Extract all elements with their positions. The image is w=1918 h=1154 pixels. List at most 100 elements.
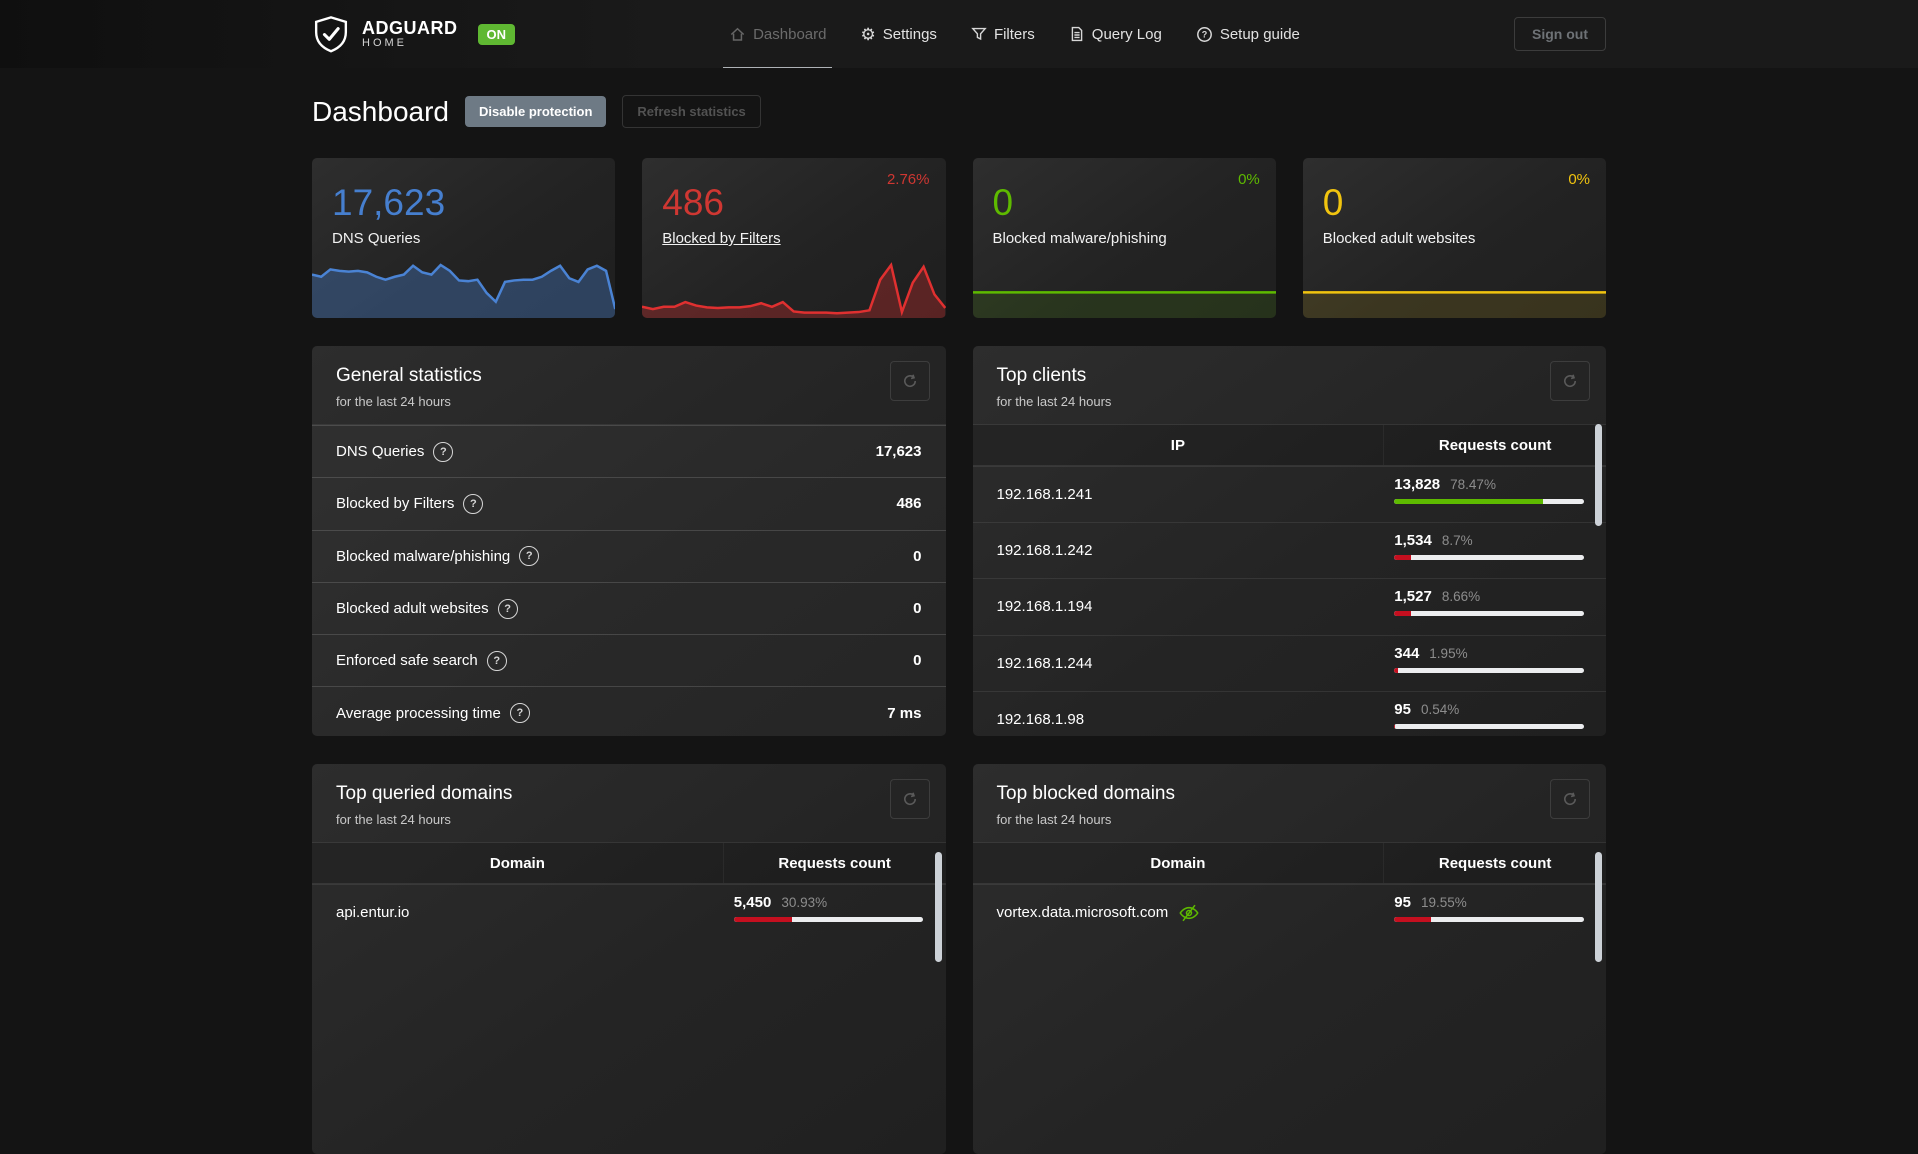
panel-subtitle: for the last 24 hours: [336, 394, 451, 409]
requests-percent: 8.7%: [1441, 533, 1473, 549]
blocked-malware-sparkline: [972, 254, 1276, 318]
requests-bar: [1394, 723, 1584, 729]
requests-bar: [1394, 499, 1584, 504]
stat-row: Blocked malware/phishing? 0: [312, 529, 946, 582]
panel-title: Top blocked domains: [996, 783, 1176, 804]
refresh-icon: [903, 374, 916, 388]
panels-row-2: Top queried domains for the last 24 hour…: [312, 764, 1606, 1154]
refresh-icon: [1564, 792, 1577, 806]
refresh-panel-button[interactable]: [1550, 361, 1590, 401]
help-icon[interactable]: ?: [519, 546, 540, 567]
nav-item-setup-guide[interactable]: ? Setup guide: [1196, 0, 1300, 68]
scrollbar-thumb[interactable]: [1595, 424, 1602, 526]
stat-label: Enforced safe search: [336, 652, 478, 670]
nav-label: Settings: [882, 25, 937, 43]
requests-count: 1,527: [1394, 588, 1432, 606]
panel-subtitle: for the last 24 hours: [336, 812, 451, 827]
stat-value: 17,623: [875, 443, 922, 461]
stat-row: Average processing time? 7 ms: [312, 686, 946, 736]
eye-off-icon[interactable]: [1178, 902, 1200, 924]
scrollbar-thumb[interactable]: [1595, 852, 1602, 962]
nav-label: Dashboard: [753, 25, 827, 43]
top-clients-panel: Top clients for the last 24 hours IP Req…: [972, 346, 1606, 736]
blocked-filters-percent: 2.76%: [886, 171, 930, 188]
column-header-domain: Domain: [973, 843, 1385, 883]
brand-text: ADGUARD HOME: [362, 18, 458, 49]
refresh-panel-button[interactable]: [889, 361, 930, 401]
client-row: 192.168.1.242 1,534 8.7%: [972, 522, 1606, 578]
domain-name: api.entur.io: [336, 904, 410, 922]
requests-count: 1,534: [1394, 532, 1432, 550]
client-row: 192.168.1.244 344 1.95%: [972, 634, 1606, 691]
refresh-panel-button[interactable]: [889, 779, 930, 819]
svg-text:?: ?: [1202, 29, 1208, 39]
nav-item-filters[interactable]: Filters: [971, 0, 1035, 68]
page-title: Dashboard: [312, 95, 449, 127]
stat-row: Enforced safe search? 0: [312, 634, 946, 686]
page-head: Dashboard Disable protection Refresh sta…: [312, 68, 1606, 128]
general-statistics-panel: General statistics for the last 24 hours…: [312, 346, 946, 736]
stat-label: Blocked by Filters: [336, 495, 455, 513]
top-queried-domains-panel: Top queried domains for the last 24 hour…: [312, 764, 946, 1154]
panel-subtitle: for the last 24 hours: [996, 812, 1112, 827]
client-ip: 192.168.1.244: [996, 654, 1093, 672]
stat-label: DNS Queries: [336, 443, 425, 461]
stat-label: Blocked adult websites: [336, 600, 489, 618]
refresh-icon: [1564, 374, 1577, 388]
help-icon[interactable]: ?: [486, 650, 507, 671]
blocked-filters-label: Blocked by Filters: [642, 221, 945, 247]
help-icon[interactable]: ?: [433, 441, 454, 462]
requests-bar: [1394, 611, 1584, 617]
protection-status-badge: ON: [477, 23, 515, 45]
blocked-adult-card: 0% 0 Blocked adult websites: [1302, 158, 1606, 318]
main-nav: Dashboard ⚙ Settings Filters Query Log ?…: [723, 0, 1300, 68]
client-ip: 192.168.1.241: [996, 486, 1093, 504]
panel-header: Top blocked domains for the last 24 hour…: [972, 764, 1606, 843]
stat-value: 0: [913, 652, 922, 670]
help-icon[interactable]: ?: [497, 598, 518, 619]
column-header-requests-count: Requests count: [1438, 436, 1552, 454]
table-header: IP Requests count: [972, 425, 1606, 466]
nav-item-settings[interactable]: ⚙ Settings: [860, 0, 936, 68]
scrollbar-thumb[interactable]: [934, 852, 942, 962]
requests-bar: [733, 917, 924, 922]
dns-queries-card: 17,623 DNS Queries: [312, 158, 616, 318]
requests-count: 95: [1394, 700, 1411, 718]
blocked-filters-value: 486: [662, 182, 724, 223]
column-header-ip: IP: [973, 425, 1385, 465]
stat-row: Blocked by Filters? 486: [312, 477, 946, 529]
requests-count: 5,450: [733, 894, 772, 911]
panels-row-1: General statistics for the last 24 hours…: [312, 346, 1606, 736]
refresh-statistics-button[interactable]: Refresh statistics: [622, 95, 761, 128]
help-icon[interactable]: ?: [509, 703, 530, 724]
requests-percent: 78.47%: [1450, 477, 1496, 492]
requests-percent: 8.66%: [1441, 589, 1481, 605]
disable-protection-button[interactable]: Disable protection: [464, 96, 607, 127]
help-icon[interactable]: ?: [463, 493, 484, 514]
client-row: 192.168.1.98 95 0.54%: [972, 690, 1606, 736]
brand-subtitle: HOME: [362, 36, 407, 49]
nav-label: Setup guide: [1219, 25, 1300, 43]
blocked-adult-value: 0: [1322, 182, 1344, 223]
document-icon: [1071, 26, 1083, 42]
stat-row: DNS Queries? 17,623: [312, 425, 946, 477]
sign-out-button[interactable]: Sign out: [1514, 17, 1606, 51]
refresh-panel-button[interactable]: [1550, 779, 1590, 819]
table-header: Domain Requests count: [972, 843, 1606, 884]
dns-queries-value: 17,623: [332, 182, 446, 223]
nav-item-query-log[interactable]: Query Log: [1069, 0, 1162, 68]
client-ip: 192.168.1.242: [996, 542, 1093, 560]
adguard-home-logo[interactable]: ADGUARD HOME ON: [312, 13, 515, 55]
stat-label: Blocked malware/phishing: [336, 547, 511, 565]
client-row: 192.168.1.241 13,828 78.47%: [972, 466, 1606, 522]
domain-name: vortex.data.microsoft.com: [996, 904, 1169, 922]
panel-title: General statistics: [336, 365, 482, 386]
requests-percent: 1.95%: [1429, 645, 1468, 661]
blocked-filters-link[interactable]: Blocked by Filters: [662, 230, 780, 247]
nav-item-dashboard[interactable]: Dashboard: [723, 0, 833, 68]
requests-count: 95: [1394, 894, 1411, 911]
panel-header: Top queried domains for the last 24 hour…: [312, 764, 946, 843]
panel-header: Top clients for the last 24 hours: [972, 346, 1606, 425]
stat-cards-row: 17,623 DNS Queries 2.76% 486 Blocked by …: [312, 158, 1606, 318]
blocked-adult-sparkline: [1302, 254, 1606, 318]
